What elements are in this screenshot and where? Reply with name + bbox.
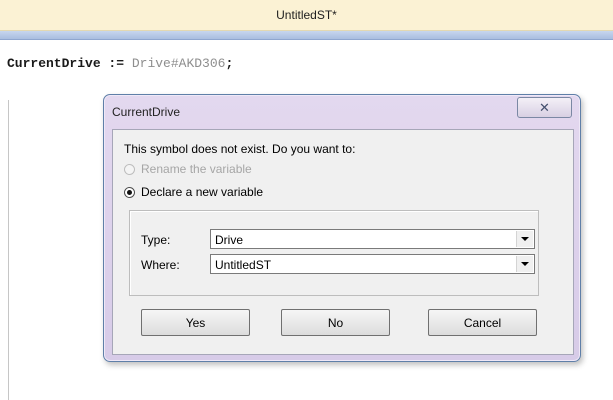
- cancel-button[interactable]: Cancel: [428, 309, 537, 336]
- chevron-down-icon: [521, 237, 529, 241]
- close-icon: ✕: [539, 99, 550, 115]
- no-button[interactable]: No: [281, 309, 390, 336]
- close-button[interactable]: ✕: [517, 97, 572, 118]
- where-select[interactable]: UntitledST: [210, 254, 535, 274]
- rename-option-label: Rename the variable: [141, 162, 252, 176]
- declare-option[interactable]: Declare a new variable: [124, 185, 263, 199]
- code-value: Drive#AKD306: [131, 56, 226, 71]
- where-label: Where:: [141, 258, 180, 272]
- code-operator: :=: [100, 56, 132, 71]
- type-select[interactable]: Drive: [210, 229, 535, 249]
- dialog-prompt: This symbol does not exist. Do you want …: [124, 142, 356, 156]
- window-titlebar: UntitledST*: [0, 0, 613, 31]
- code-line[interactable]: CurrentDrive := Drive#AKD306;: [7, 56, 233, 71]
- declare-option-label[interactable]: Declare a new variable: [141, 185, 263, 199]
- yes-button[interactable]: Yes: [141, 309, 250, 336]
- window-title: UntitledST*: [276, 8, 337, 22]
- declare-variable-dialog: CurrentDrive ✕ This symbol does not exis…: [103, 94, 581, 362]
- chevron-down-icon: [521, 262, 529, 266]
- code-terminator: ;: [225, 56, 234, 71]
- rename-radio: [124, 163, 135, 175]
- window-accent-bar: [0, 31, 613, 40]
- type-dropdown-button[interactable]: [516, 231, 533, 247]
- declare-radio[interactable]: [124, 186, 135, 198]
- editor-margin-rule: [8, 100, 9, 400]
- where-select-value: UntitledST: [215, 258, 272, 272]
- rename-option: Rename the variable: [124, 162, 252, 176]
- type-label: Type:: [141, 233, 171, 247]
- dialog-title: CurrentDrive: [112, 105, 181, 119]
- declaration-group: Type: Drive Where: UntitledST: [129, 210, 539, 296]
- where-dropdown-button[interactable]: [516, 256, 533, 272]
- code-variable: CurrentDrive: [7, 56, 101, 71]
- dialog-client-area: This symbol does not exist. Do you want …: [112, 129, 574, 355]
- type-select-value: Drive: [215, 233, 244, 247]
